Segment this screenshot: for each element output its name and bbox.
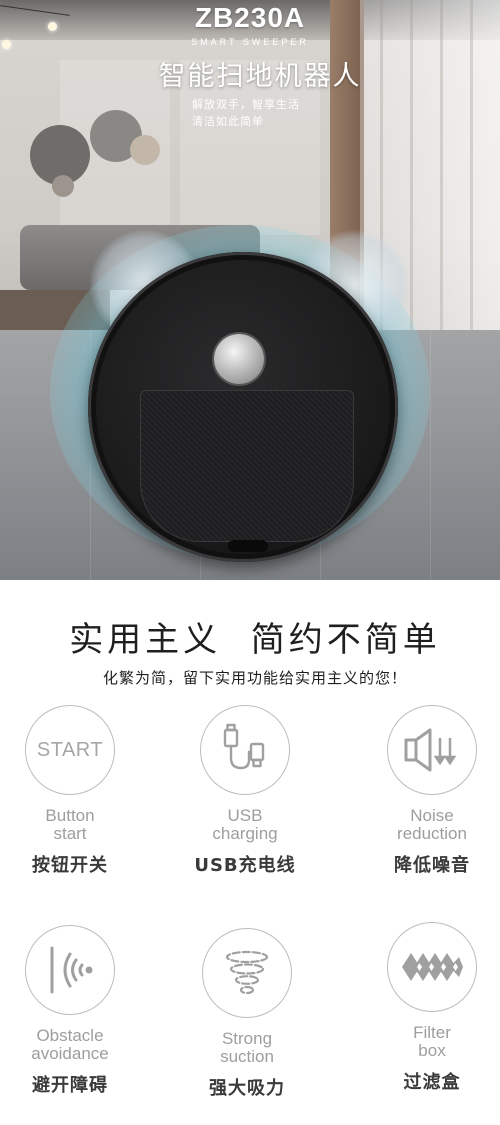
usb-cable-icon	[200, 705, 290, 795]
cyclone-icon-svg	[225, 950, 269, 995]
speaker-mute-icon-svg	[404, 728, 457, 772]
wall-decor	[130, 135, 160, 165]
wall-decor	[52, 175, 74, 197]
wave-sensor-icon-svg	[50, 946, 93, 994]
feature-filter-box: Filter box 过滤盒	[352, 922, 500, 1094]
wave-sensor-icon	[25, 925, 115, 1015]
feature-label-en: Filter box	[413, 1023, 451, 1060]
feature-usb-charging: USB charging USB充电线	[165, 705, 325, 877]
speaker-mute-icon	[387, 705, 477, 795]
feature-label-en: Obstacle avoidance	[31, 1026, 109, 1063]
robot-dustbin-lid	[140, 390, 354, 542]
feature-label-cn: 按钮开关	[32, 855, 108, 876]
cyclone-icon	[202, 928, 292, 1018]
product-title-cn: 智能扫地机器人	[158, 61, 362, 92]
feature-label-cn: 降低噪音	[394, 855, 470, 876]
feature-label-en: Noise reduction	[397, 806, 467, 843]
feature-noise-reduction: Noise reduction 降低噪音	[352, 705, 500, 877]
feature-label-cn: 强大吸力	[209, 1078, 285, 1099]
usb-cable-icon-svg	[223, 723, 265, 770]
hero-banner: ZB230A SMART SWEEPER 智能扫地机器人 解放双手，智享生活 清…	[0, 0, 500, 580]
feature-strong-suction: Strong suction 强大吸力	[167, 928, 327, 1100]
feature-label-en: USB charging	[212, 806, 278, 843]
model-name: ZB230A	[194, 2, 306, 33]
floor-seam	[430, 330, 431, 580]
robot-power-button	[214, 334, 264, 384]
feature-label-en: Strong suction	[220, 1029, 274, 1066]
start-icon: START	[25, 705, 115, 795]
feature-label-cn: 避开障碍	[32, 1075, 108, 1096]
slogan-subtitle: 化繁为简，留下实用功能给实用主义的您！	[102, 669, 407, 687]
product-subtitle-en: SMART SWEEPER	[191, 37, 309, 47]
feature-label-cn: 过滤盒	[403, 1072, 461, 1093]
filter-mesh-icon-svg	[402, 953, 463, 981]
feature-obstacle-avoidance: Obstacle avoidance 避开障碍	[0, 925, 150, 1097]
tagline-line-1: 解放双手，智享生活	[192, 98, 300, 111]
tagline-line-2: 清洁如此简单	[192, 115, 264, 128]
robot-bumper	[228, 540, 268, 552]
feature-label-en: Button start	[45, 806, 95, 843]
slogan-title: 实用主义 简约不简单	[69, 620, 441, 660]
filter-mesh-icon	[387, 922, 477, 1012]
start-icon-text: START	[36, 738, 104, 761]
feature-label-cn: USB充电线	[194, 855, 296, 876]
feature-button-start: START Button start 按钮开关	[0, 705, 150, 877]
